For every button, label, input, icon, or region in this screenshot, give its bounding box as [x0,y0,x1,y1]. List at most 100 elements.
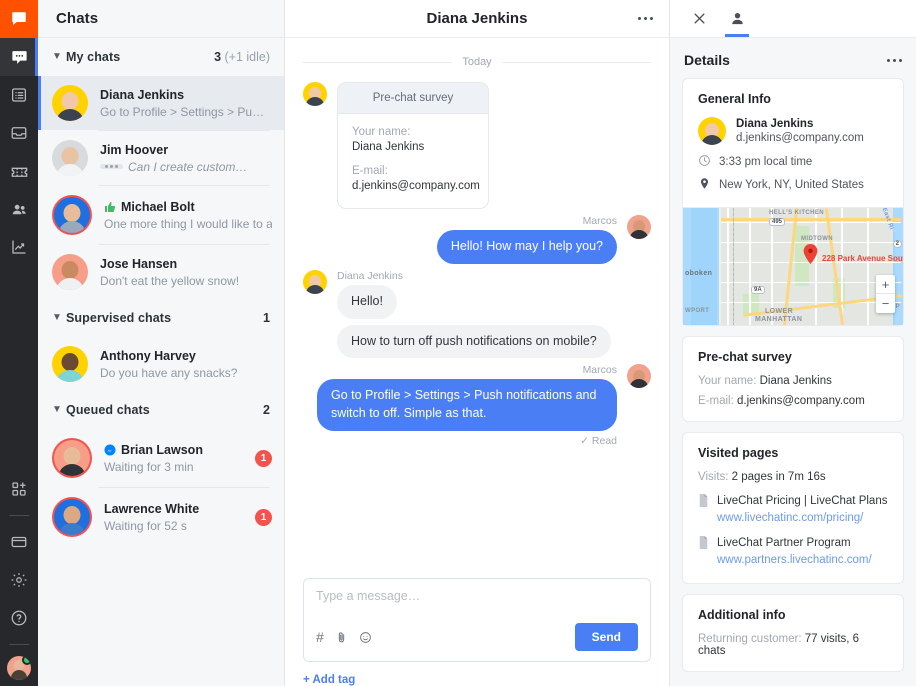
chat-message: How to turn off push notifications on mo… [303,324,651,359]
prechat-value-email: d.jenkins@company.com [736,395,865,407]
chat-item-name: Jim Hoover [100,142,169,157]
rail-item-team[interactable] [0,190,38,228]
map-zoom-in[interactable]: + [876,275,895,294]
page-url[interactable]: www.partners.livechatinc.com/ [717,552,872,569]
chat-group-label: Supervised chats [66,311,172,325]
survey-value-email: d.jenkins@company.com [352,180,480,192]
chat-item-message: Don't eat the yellow snow! [100,273,240,288]
avatar [627,215,651,239]
additional-info-card: Additional info Returning customer: 77 v… [682,593,904,672]
avatar [698,117,726,145]
chat-item-name: Brian Lawson [104,443,249,457]
unread-badge: 1 [255,449,272,467]
chat-list-item[interactable]: Jose Hansen Don't eat the yellow snow! [38,245,284,299]
avatar [52,346,88,382]
customer-location: New York, NY, United States [719,179,864,191]
details-close[interactable] [684,0,714,37]
list-item[interactable]: LiveChat Pricing | LiveChat Plans www.li… [698,493,888,526]
chat-list-item[interactable]: Michael Bolt One more thing I would like … [38,186,284,244]
archives-icon [10,86,28,104]
rail-item-engage[interactable] [0,152,38,190]
rail-item-help[interactable] [0,599,38,637]
rail-item-tickets[interactable] [0,114,38,152]
chat-list-item[interactable]: Jim Hoover Can I create custom… [38,131,284,185]
chat-list-item[interactable]: Anthony Harvey Do you have any snacks? [38,337,284,391]
chat-group-header[interactable]: ▼ Queued chats 2 [38,391,284,429]
avatar[interactable] [7,656,31,680]
message-composer[interactable]: Type a message… # Send [303,578,651,662]
map-label: HELL'S KITCHEN [769,210,825,216]
day-separator-label: Today [462,56,492,68]
chevron-down-icon: ▼ [52,51,62,62]
emoji-icon[interactable] [359,631,372,644]
page-url[interactable]: www.livechatinc.com/pricing/ [717,510,887,527]
day-separator: Today [303,56,652,68]
prechat-survey-card: Pre-chat survey Your name: Diana Jenkins… [337,82,489,209]
chat-group-header[interactable]: ▼ My chats 3 (+1 idle) [38,38,284,76]
chat-item-message: Do you have any snacks? [100,365,238,380]
visited-heading: Visited pages [698,446,779,460]
more-horizontal-icon[interactable] [887,58,902,62]
customer-name: Diana Jenkins [736,118,814,130]
chat-item-message: Waiting for 3 min [104,459,194,474]
rail-item-settings[interactable] [0,561,38,599]
livechat-logo-icon[interactable] [0,0,38,38]
chat-item-name: Jose Hansen [100,256,178,271]
survey-value-name: Diana Jenkins [352,141,425,153]
thumbs-up-icon [104,201,116,213]
engage-icon [10,162,29,181]
chat-list-body[interactable]: ▼ My chats 3 (+1 idle) Diana Jenkins Go to P… [38,38,284,686]
prechat-survey-card: Pre-chat survey Your name: Diana Jenkins… [682,336,904,422]
rail-item-reports[interactable] [0,228,38,266]
message-author: Marcos [582,215,617,227]
map-zoom-out[interactable]: − [876,294,895,313]
visits-key: Visits: [698,471,729,483]
add-tag-link[interactable]: + Add tag [285,668,669,686]
more-horizontal-icon[interactable] [638,17,653,20]
map-label: WPORT [685,308,710,314]
message-bubble: Hello! [337,284,397,319]
page-title: LiveChat Pricing | LiveChat Plans [717,495,888,507]
document-icon [698,535,709,568]
map-pin-icon [698,177,711,193]
attachment-icon[interactable] [335,631,348,644]
unread-badge: 1 [255,508,272,526]
list-item[interactable]: LiveChat Partner Program www.partners.li… [698,535,888,568]
message-input[interactable]: Type a message… [316,589,638,623]
message-bubble: How to turn off push notifications on mo… [337,324,611,359]
details-body: General Info Diana Jenkins d.jenkins@com… [670,78,916,686]
rail-item-apps[interactable] [0,470,38,508]
chat-feed-panel: Diana Jenkins Today Pre-chat survey Your… [285,0,670,686]
chat-item-name: Michael Bolt [104,200,272,214]
visited-pages-card: Visited pages Visits: 2 pages in 7m 16s … [682,432,904,584]
chat-list-header: Chats [38,0,284,38]
rail-item-billing[interactable] [0,523,38,561]
reports-icon [10,238,28,256]
details-tab-customer[interactable] [722,0,752,37]
chat-item-name: Lawrence White [104,501,200,516]
map-shield: 9A [751,286,765,294]
send-button[interactable]: Send [574,623,638,651]
rail-bottom-group [0,470,38,686]
location-map[interactable]: HELL'S KITCHEN MIDTOWN oboken WPORT LOWE… [683,207,903,325]
map-shield: 2 [892,240,902,248]
messenger-icon [104,444,116,456]
map-zoom-controls[interactable]: + − [876,275,895,313]
general-info-heading: General Info [698,92,771,106]
chat-list-item[interactable]: Diana Jenkins Go to Profile > Settings > … [38,76,284,130]
chat-messages: Today Pre-chat survey Your name: Diana J… [285,38,669,578]
chat-group-label: Queued chats [66,403,150,417]
rail-item-chats[interactable] [0,38,38,76]
chat-list-item[interactable]: Brian Lawson Waiting for 3 min 1 [38,429,284,487]
chat-group-header[interactable]: ▼ Supervised chats 1 [38,299,284,337]
canned-response-icon[interactable]: # [316,630,324,644]
rail-item-archives[interactable] [0,76,38,114]
avatar [54,197,90,233]
chat-list-item[interactable]: Lawrence White Waiting for 52 s 1 [38,488,284,546]
details-panel: Details General Info Diana Jenkins d.jen… [670,0,916,686]
chat-item-name: Anthony Harvey [100,348,196,363]
prechat-value-name: Diana Jenkins [759,375,832,387]
composer-wrap: Type a message… # Send [285,578,669,668]
message-author: Marcos [582,364,617,377]
billing-card-icon [10,533,28,551]
